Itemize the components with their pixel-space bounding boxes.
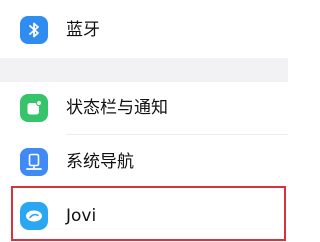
bluetooth-icon: [20, 16, 48, 44]
settings-item-bluetooth[interactable]: 蓝牙: [0, 4, 288, 56]
settings-item-status-bar-notification[interactable]: 状态栏与通知: [0, 82, 288, 134]
settings-item-label: 系统导航: [66, 152, 134, 172]
divider: [66, 134, 288, 135]
settings-item-label: 蓝牙: [66, 20, 100, 40]
settings-item-jovi[interactable]: Jovi: [0, 190, 288, 242]
settings-item-label: 状态栏与通知: [66, 98, 168, 118]
settings-item-system-navigation[interactable]: 系统导航: [0, 136, 288, 188]
section-gap: [0, 58, 288, 82]
settings-item-label: Jovi: [66, 206, 97, 226]
jovi-icon: [20, 202, 48, 230]
settings-screen: 蓝牙 状态栏与通知 系统导航 Jovi: [0, 0, 288, 242]
divider: [66, 186, 288, 187]
navigation-icon: [20, 148, 48, 176]
notification-icon: [20, 94, 48, 122]
